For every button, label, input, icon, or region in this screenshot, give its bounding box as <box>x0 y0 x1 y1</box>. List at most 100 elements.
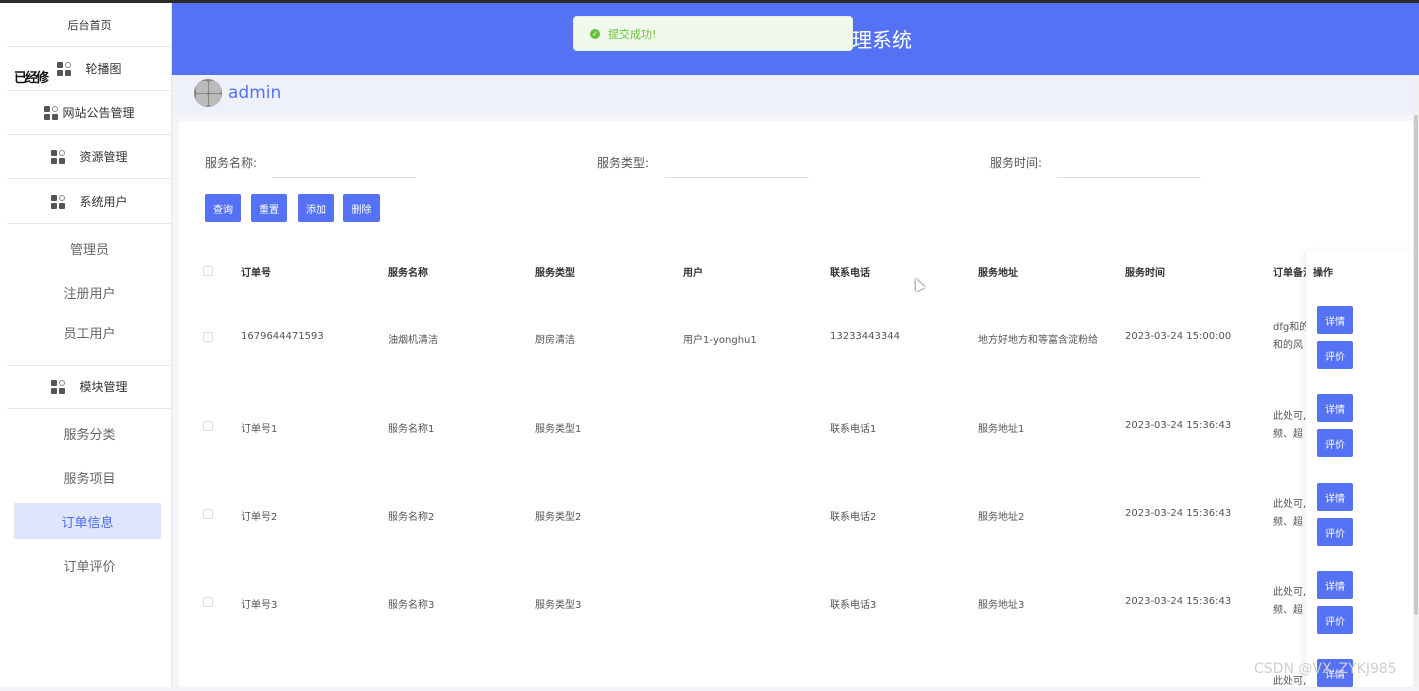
table-cell: 联系电话3 <box>830 600 877 611</box>
table-cell: 服务地址2 <box>978 512 1025 523</box>
sidebar-item-registered-users[interactable]: 注册用户 <box>7 270 172 314</box>
sidebar-item-label: 网站公告管理 <box>62 106 135 120</box>
sidebar: 后台首页 轮播图 网站公告管理 资源管理 系统用户 管理员 注册用户 员工用户 … <box>0 3 172 687</box>
row-checkbox[interactable] <box>203 509 213 519</box>
success-toast: ✓ 提交成功! <box>573 16 853 51</box>
table-cell: 用户1-yonghu1 <box>683 335 757 346</box>
table-cell: 服务类型1 <box>535 424 582 435</box>
detail-button[interactable]: 详情 <box>1317 394 1353 422</box>
table-cell: 频、超 <box>1273 429 1303 440</box>
column-header: 订单号 <box>241 268 271 279</box>
username: admin <box>228 83 282 103</box>
sidebar-item-label: 管理员 <box>69 242 109 258</box>
table-cell: 13233443344 <box>830 331 900 342</box>
table-cell: 和的风 <box>1273 340 1303 351</box>
row-checkbox[interactable] <box>203 332 213 342</box>
sidebar-item-system-users[interactable]: 系统用户 <box>7 180 172 224</box>
column-header: 服务名称 <box>388 268 428 279</box>
table-cell: dfg和的 <box>1273 322 1307 333</box>
sidebar-item-admin[interactable]: 管理员 <box>7 226 172 270</box>
review-button[interactable]: 评价 <box>1317 606 1353 634</box>
add-button[interactable]: 添加 <box>298 194 334 222</box>
table-cell: 联系电话1 <box>830 424 877 435</box>
table-cell: 服务名称3 <box>388 600 435 611</box>
sidebar-item-home[interactable]: 后台首页 <box>7 3 172 47</box>
sidebar-item-label: 系统用户 <box>79 195 128 209</box>
watermark: CSDN @VX_ZYKJ985 <box>1254 661 1397 677</box>
detail-button[interactable]: 详情 <box>1317 306 1353 334</box>
sidebar-item-orders[interactable]: 订单信息 <box>14 503 161 539</box>
toast-message: 提交成功! <box>608 27 657 41</box>
sidebar-item-label: 订单信息 <box>61 515 114 531</box>
sidebar-item-resources[interactable]: 资源管理 <box>7 135 172 179</box>
table-cell: 订单号1 <box>241 424 278 435</box>
delete-button[interactable]: 删除 <box>343 194 380 222</box>
service-type-label: 服务类型: <box>597 156 650 170</box>
table-cell: 联系电话2 <box>830 512 877 523</box>
table-cell: 订单号3 <box>241 600 278 611</box>
operations-column: 操作 详情 评价 详情 评价 详情 评价 详情 评价 详情 <box>1306 251 1413 687</box>
column-header: 服务地址 <box>978 268 1018 279</box>
service-time-input[interactable] <box>1057 147 1201 178</box>
sidebar-item-staff-users[interactable]: 员工用户 <box>7 314 172 366</box>
page-title: 理系统 <box>852 28 912 52</box>
row-checkbox[interactable] <box>203 421 213 431</box>
table-cell: 2023-03-24 15:36:43 <box>1125 508 1232 519</box>
main-content: 服务名称: 服务类型: 服务时间: 查询 重置 添加 删除 订单号 服务名称 服… <box>179 121 1413 687</box>
column-header: 服务类型 <box>535 268 575 279</box>
table-cell: 频、超 <box>1273 517 1303 528</box>
scrollbar-thumb[interactable] <box>1414 115 1418 615</box>
sidebar-item-label: 模块管理 <box>79 380 128 394</box>
sidebar-item-label: 轮播图 <box>85 62 122 76</box>
column-header: 操作 <box>1313 268 1333 279</box>
grid-icon <box>51 379 66 394</box>
sidebar-item-label: 员工用户 <box>63 327 116 342</box>
table-cell: 频、超 <box>1273 605 1303 616</box>
table-cell: 油烟机清洁 <box>388 335 438 346</box>
table-cell: 此处可, <box>1273 499 1307 510</box>
column-header: 联系电话 <box>830 268 870 279</box>
reset-button[interactable]: 重置 <box>251 194 287 222</box>
review-button[interactable]: 评价 <box>1317 518 1353 546</box>
sidebar-item-notice[interactable]: 网站公告管理 <box>7 91 172 135</box>
sidebar-item-label: 资源管理 <box>79 150 128 164</box>
overlapping-label: 已经修 <box>14 71 49 86</box>
detail-button[interactable]: 详情 <box>1317 483 1353 511</box>
service-time-label: 服务时间: <box>990 156 1043 170</box>
table-cell: 此处可, <box>1273 587 1307 598</box>
vertical-scrollbar[interactable] <box>1413 75 1419 687</box>
sidebar-item-service-category[interactable]: 服务分类 <box>7 411 172 455</box>
table-cell: 地方好地方和等富含淀粉给 <box>978 335 1098 346</box>
sidebar-item-order-reviews[interactable]: 订单评价 <box>7 543 172 587</box>
column-header: 用户 <box>683 268 703 279</box>
sidebar-item-label: 服务项目 <box>63 471 116 487</box>
table-cell: 服务类型3 <box>535 600 582 611</box>
user-bar: admin <box>172 75 1419 115</box>
table-cell: 服务地址1 <box>978 424 1025 435</box>
sidebar-item-service-items[interactable]: 服务项目 <box>7 455 172 499</box>
grid-icon <box>57 61 72 76</box>
service-type-input[interactable] <box>665 147 809 178</box>
avatar[interactable] <box>194 79 222 107</box>
service-name-input[interactable] <box>272 147 416 178</box>
table-cell: 2023-03-24 15:36:43 <box>1125 596 1232 607</box>
sidebar-item-modules[interactable]: 模块管理 <box>7 365 172 409</box>
table-cell: 服务名称2 <box>388 512 435 523</box>
select-all-checkbox[interactable] <box>203 266 213 276</box>
check-circle-icon: ✓ <box>590 28 600 39</box>
table-cell: 服务地址3 <box>978 600 1025 611</box>
service-name-label: 服务名称: <box>205 156 258 170</box>
review-button[interactable]: 评价 <box>1317 429 1353 457</box>
table-cell: 2023-03-24 15:00:00 <box>1125 331 1232 342</box>
sidebar-item-label: 注册用户 <box>63 286 116 302</box>
row-checkbox[interactable] <box>203 597 213 607</box>
detail-button[interactable]: 详情 <box>1317 571 1353 599</box>
review-button[interactable]: 评价 <box>1317 341 1353 369</box>
grid-icon <box>44 105 59 120</box>
table-cell: 服务类型2 <box>535 512 582 523</box>
sidebar-item-label: 订单评价 <box>63 559 116 575</box>
table-cell: 2023-03-24 15:36:43 <box>1125 420 1232 431</box>
table-cell: 厨房清洁 <box>535 335 575 346</box>
sidebar-item-label: 后台首页 <box>67 18 112 32</box>
query-button[interactable]: 查询 <box>205 194 241 222</box>
